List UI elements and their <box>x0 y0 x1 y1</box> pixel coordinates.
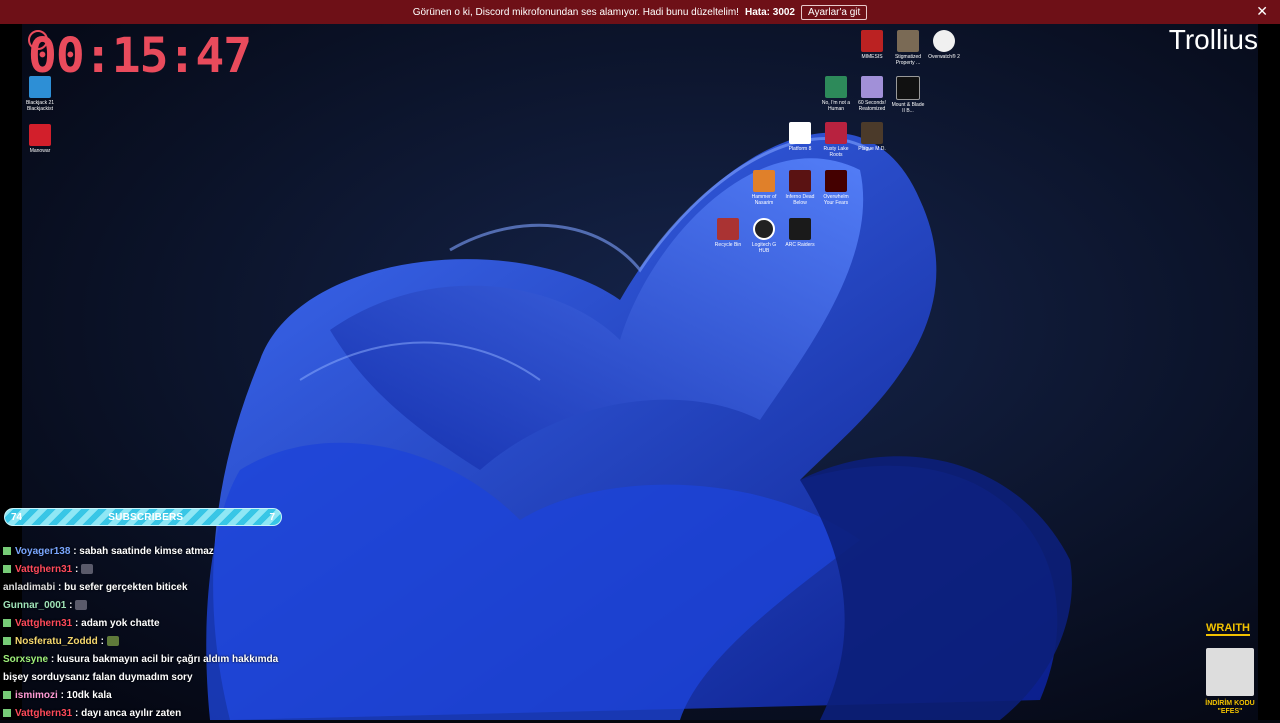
desktop-icon-manowar[interactable]: Manowar <box>23 124 57 154</box>
sword-badge-icon <box>3 691 11 700</box>
chat-message: ismimozi : 10dk kala <box>3 687 303 705</box>
channel-name: Trollius <box>1168 24 1258 55</box>
chat-message: Vattghern31 : <box>3 561 303 579</box>
subscriber-goal-remaining: 7 <box>269 511 275 523</box>
subscriber-goal-label: SUBSCRIBERS <box>108 511 184 523</box>
desktop-icon-no-im-not-a-human[interactable]: No, I'm not a Human <box>819 76 853 112</box>
chat-overlay: Voyager138 : sabah saatinde kimse atmaz … <box>3 543 303 723</box>
chat-message: Voyager138 : sabah saatinde kimse atmaz <box>3 543 303 561</box>
desktop-icon-logitech-g-hub[interactable]: Logitech G HUB <box>747 218 781 254</box>
sword-badge-icon <box>3 637 11 646</box>
desktop-icon-stigmatized-property[interactable]: Stigmatized Property ... <box>891 30 925 66</box>
stream-timer: 00:15:47 <box>28 28 252 84</box>
desktop-icon-overwhelm-your-fears[interactable]: Overwhelm Your Fears <box>819 170 853 206</box>
desktop-icon-blackjack[interactable]: Blackjack 21 Blackjackist <box>23 76 57 112</box>
desktop-icon-platform-8[interactable]: Platform 8 <box>783 122 817 152</box>
emote-icon <box>75 600 88 611</box>
emote-icon <box>81 564 94 575</box>
subscriber-goal-bar: 74 SUBSCRIBERS 7 <box>4 508 282 526</box>
desktop-icon-recycle-bin[interactable]: Recycle Bin <box>711 218 745 248</box>
desktop-icon-mount-and-blade[interactable]: Mount & Blade II B... <box>891 76 925 114</box>
chat-message: Vattghern31 : adam yok chatte <box>3 615 303 633</box>
open-settings-button[interactable]: Ayarlar'a git <box>801 4 868 20</box>
desktop-icon-inferno-dead-below[interactable]: Inferno Dead Below <box>783 170 817 206</box>
sponsor-avatar <box>1206 648 1254 696</box>
chat-message: Sorxsyne : kusura bakmayın acil bir çağr… <box>3 654 279 683</box>
desktop-icon-arc-raiders[interactable]: ARC Raiders <box>783 218 817 248</box>
chat-message: anladimabi : bu sefer gerçekten biticek <box>3 582 188 593</box>
desktop-icon-plague-md[interactable]: Plague M.D. <box>855 122 889 152</box>
close-icon[interactable]: ✕ <box>1256 3 1268 20</box>
chat-message: Vattghern31 : dayı anca ayılır zaten <box>3 705 303 723</box>
desktop-icon-hammer-of-nasarim[interactable]: Hammer of Nasarim <box>747 170 781 206</box>
discord-notification-bar: Görünen o ki, Discord mikrofonundan ses … <box>0 0 1280 24</box>
desktop-icon-overwatch[interactable]: Overwatch® 2 <box>927 30 961 60</box>
sword-badge-icon <box>3 547 11 556</box>
banner-message: Görünen o ki, Discord mikrofonundan ses … <box>412 6 739 18</box>
desktop-icon-rusty-lake-roots[interactable]: Rusty Lake Roots <box>819 122 853 158</box>
subscriber-count: 74 <box>11 511 23 523</box>
chat-message: Gunnar_0001 : <box>3 597 303 615</box>
chat-message: Nosferatu_Zoddd : <box>3 633 303 651</box>
banner-error-code: Hata: 3002 <box>744 6 795 18</box>
sponsor-discount-code: İNDİRİM KODU "EFES" <box>1205 700 1255 715</box>
sword-badge-icon <box>3 709 11 718</box>
sponsor-name: WRAITH <box>1206 622 1250 636</box>
sword-badge-icon <box>3 565 11 574</box>
desktop-icon-60-seconds[interactable]: 60 Seconds! Reatomized <box>855 76 889 112</box>
emote-icon <box>106 636 119 647</box>
sword-badge-icon <box>3 619 11 628</box>
desktop-icon-mimesis[interactable]: MIMESIS <box>855 30 889 60</box>
